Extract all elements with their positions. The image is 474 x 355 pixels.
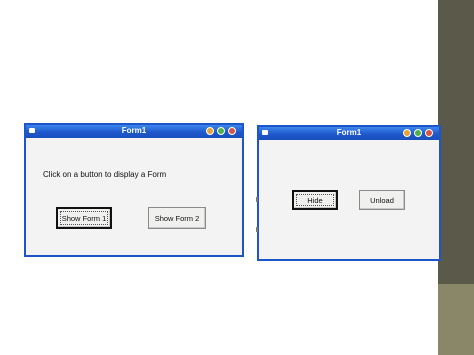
- maximize-icon[interactable]: [217, 127, 225, 135]
- close-icon[interactable]: [228, 127, 236, 135]
- show-form1-button[interactable]: Show Form 1: [56, 207, 112, 229]
- divider-mark: [256, 197, 258, 202]
- form1-window: Form1 Click on a button to display a For…: [24, 123, 244, 257]
- hide-button[interactable]: Hide: [292, 190, 338, 210]
- form1-titlebar[interactable]: Form1: [26, 125, 242, 138]
- decorative-band-mid: [438, 284, 474, 355]
- form2-titlebar[interactable]: Form1: [259, 127, 439, 140]
- maximize-icon[interactable]: [414, 129, 422, 137]
- decorative-band-dark: [438, 0, 474, 284]
- window-title: Form1: [336, 128, 362, 137]
- divider-mark: [256, 227, 258, 232]
- show-form2-button[interactable]: Show Form 2: [148, 207, 206, 229]
- form2-window: Form1 Hide Unload: [257, 125, 441, 261]
- close-icon[interactable]: [425, 129, 433, 137]
- unload-button[interactable]: Unload: [359, 190, 405, 210]
- minimize-icon[interactable]: [403, 129, 411, 137]
- instruction-label: Click on a button to display a Form: [43, 170, 167, 179]
- minimize-icon[interactable]: [206, 127, 214, 135]
